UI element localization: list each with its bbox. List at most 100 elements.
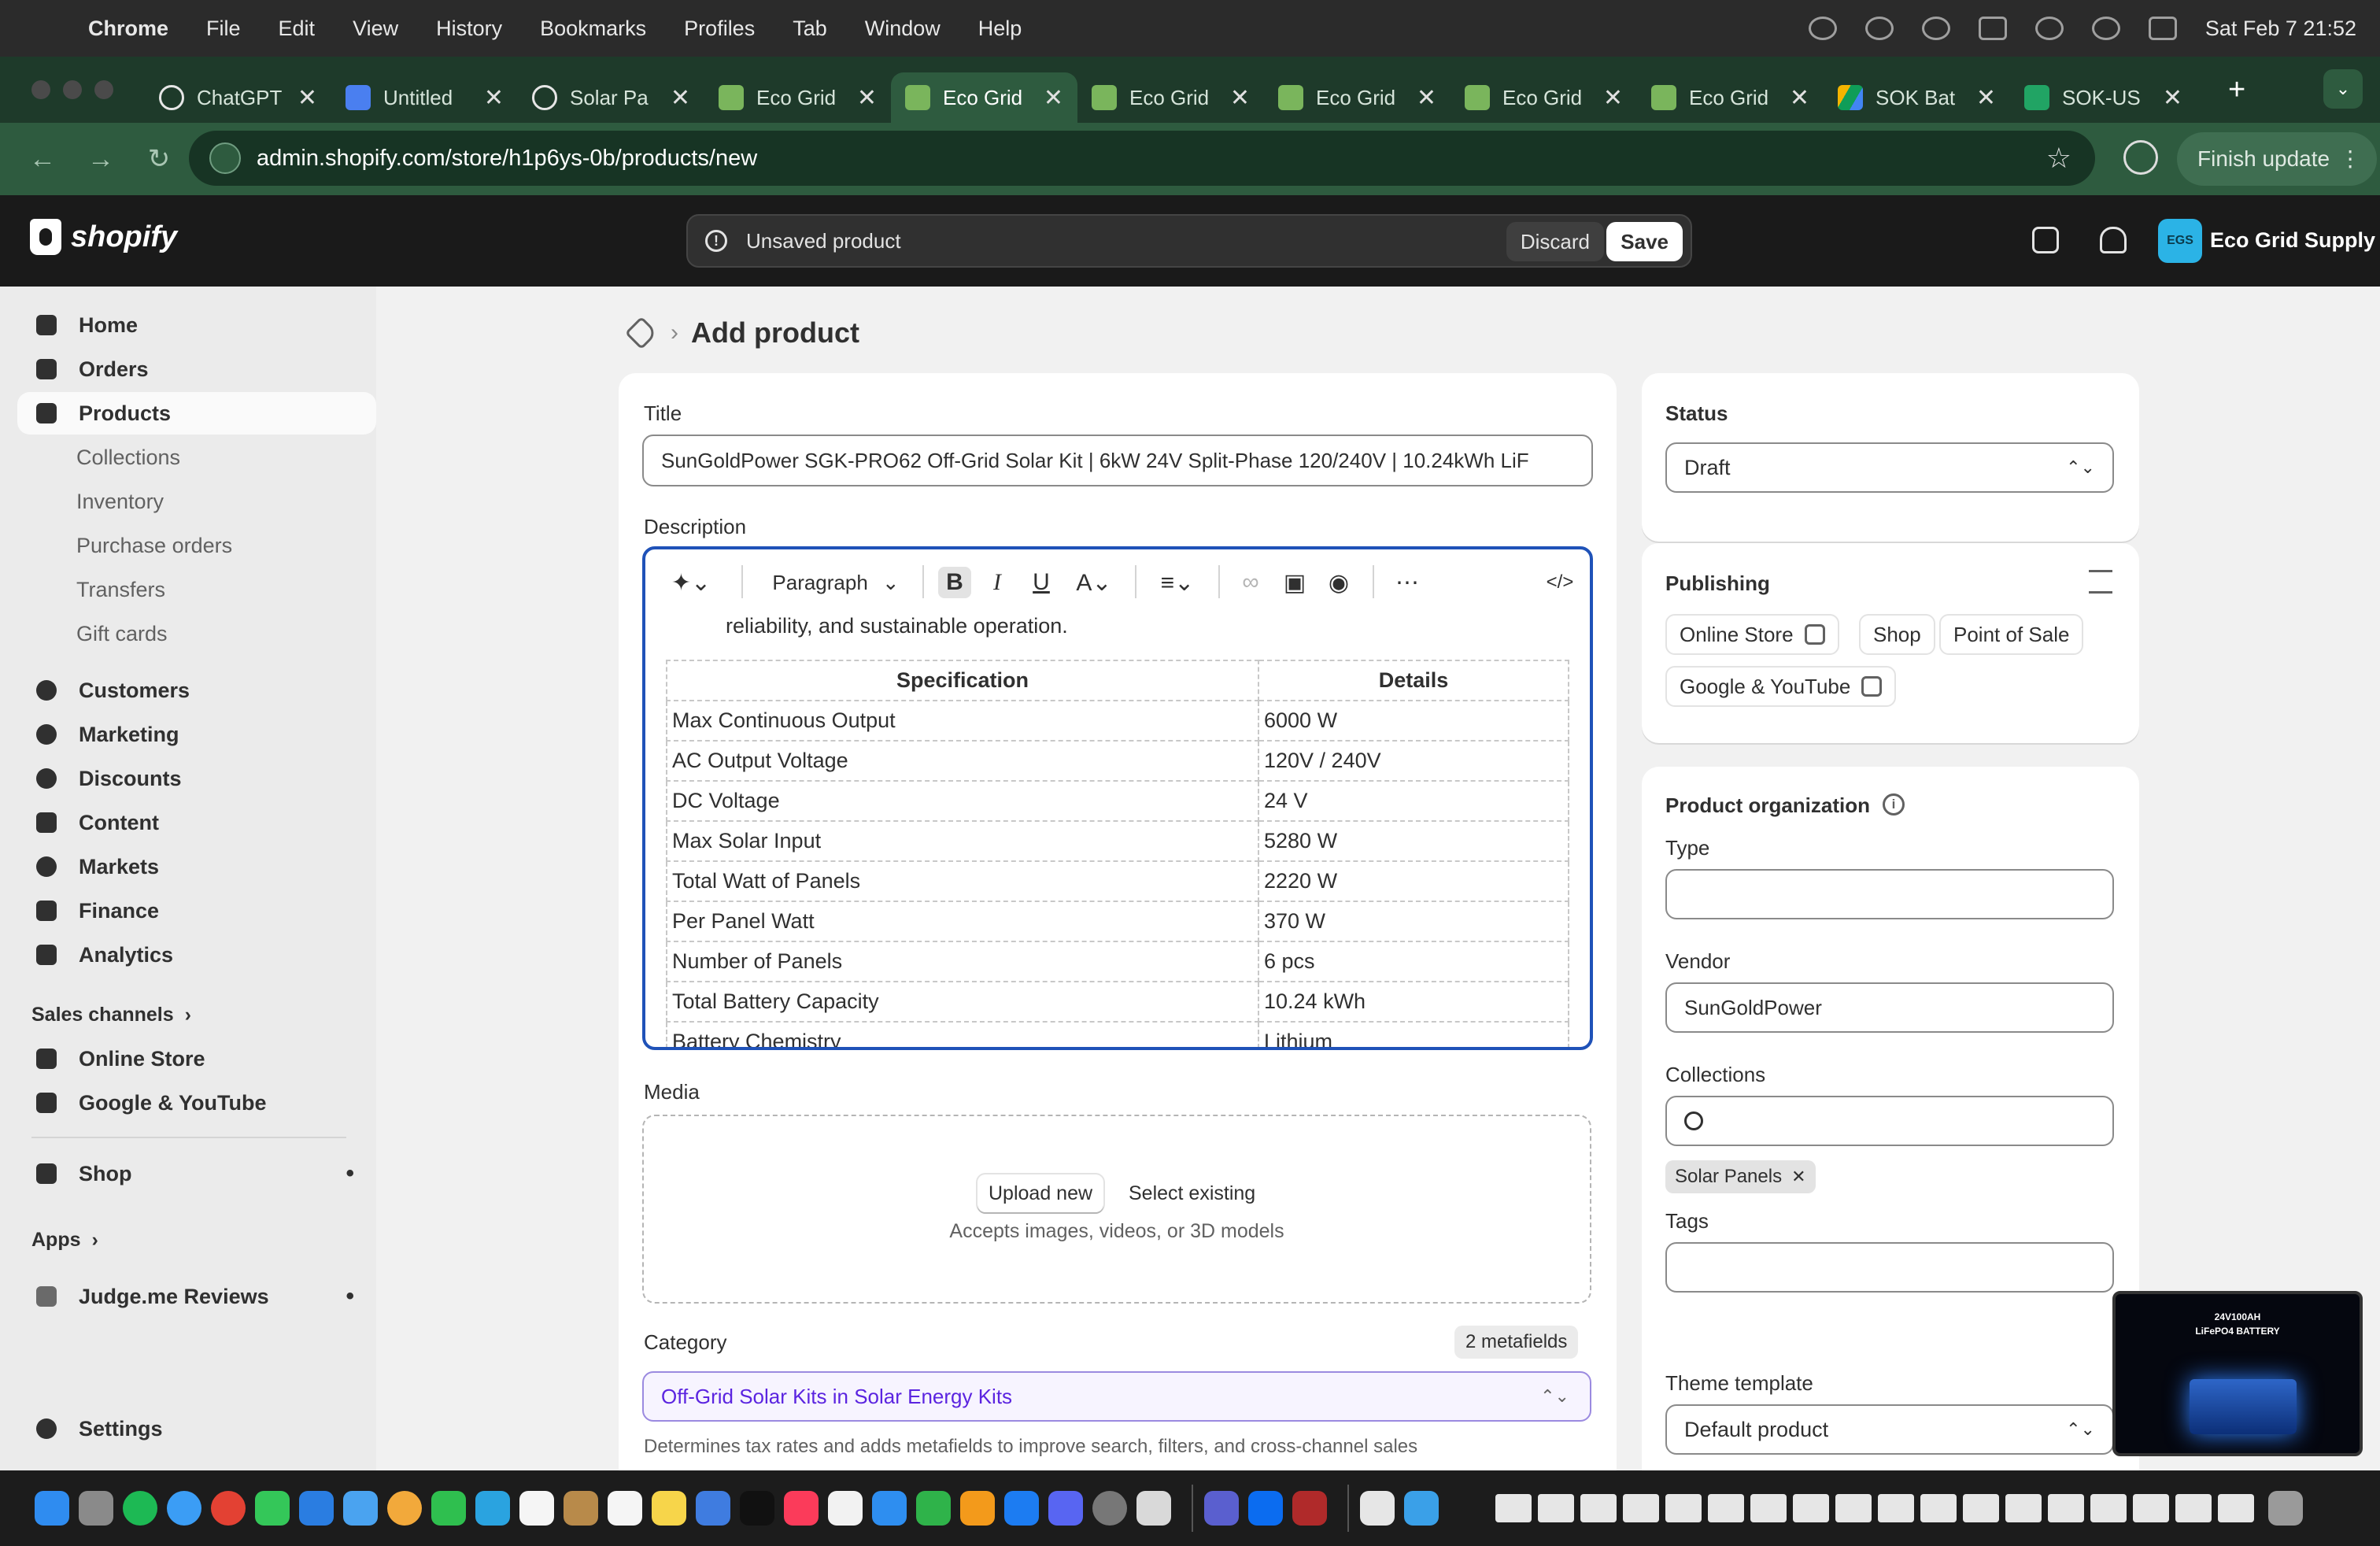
menu-history[interactable]: History — [436, 17, 502, 41]
apple-icon[interactable] — [31, 15, 55, 42]
play-icon[interactable] — [1921, 17, 1950, 40]
tab-search-chevron-icon[interactable]: ⌄ — [2323, 69, 2363, 109]
sidebar-item-gift-cards[interactable]: Gift cards — [17, 612, 376, 655]
finder-icon[interactable] — [35, 1491, 69, 1526]
theme-template-select[interactable]: Default product ⌃⌄ — [1665, 1404, 2114, 1455]
minimized-window[interactable] — [1878, 1494, 1914, 1522]
tag-icon[interactable] — [624, 316, 659, 350]
close-tab-icon[interactable]: ✕ — [857, 84, 877, 112]
category-select[interactable]: Off-Grid Solar Kits in Solar Energy Kits… — [642, 1371, 1591, 1422]
sidebar-item-home[interactable]: Home — [17, 304, 376, 346]
publishing-online-store[interactable]: Online Store — [1665, 614, 1839, 655]
minimized-window[interactable] — [2090, 1494, 2127, 1522]
vendor-input[interactable]: SunGoldPower — [1665, 982, 2114, 1033]
store-avatar[interactable]: EGS — [2158, 219, 2202, 263]
menu-tab[interactable]: Tab — [793, 17, 827, 41]
zoom-icon[interactable] — [1248, 1491, 1283, 1526]
downloads-folder-icon[interactable] — [1404, 1491, 1439, 1526]
publishing-google-youtube[interactable]: Google & YouTube — [1665, 666, 1897, 707]
site-info-icon[interactable] — [209, 142, 241, 174]
apps-heading[interactable]: Apps › — [17, 1219, 376, 1261]
sidebar-item-collections[interactable]: Collections — [17, 436, 376, 479]
upload-new-button[interactable]: Upload new — [978, 1174, 1104, 1212]
browser-tab[interactable]: Eco Grid ✕ — [1451, 72, 1637, 123]
numbers-icon[interactable] — [916, 1491, 951, 1526]
preview-icon[interactable] — [1360, 1491, 1395, 1526]
minimize-window-button[interactable] — [63, 80, 82, 99]
pages-icon[interactable] — [960, 1491, 995, 1526]
minimized-window[interactable] — [2218, 1494, 2254, 1522]
dictionary-icon[interactable] — [1292, 1491, 1327, 1526]
music-icon[interactable] — [784, 1491, 819, 1526]
minimized-window[interactable] — [1665, 1494, 1702, 1522]
browser-tab-active[interactable]: Eco Grid ✕ — [891, 72, 1077, 123]
browser-tab[interactable]: Untitled ✕ — [331, 72, 518, 123]
close-tab-icon[interactable]: ✕ — [1044, 84, 1063, 112]
align-icon[interactable]: ≡⌄ — [1152, 567, 1203, 598]
sidebar-item-finance[interactable]: Finance — [17, 890, 376, 932]
sales-channels-heading[interactable]: Sales channels › — [17, 993, 376, 1036]
sidebar-item-markets[interactable]: Markets — [17, 845, 376, 888]
browser-tab[interactable]: SOK-US ✕ — [2010, 72, 2197, 123]
link-icon[interactable]: ∞ — [1234, 567, 1267, 598]
sidebar-item-purchase-orders[interactable]: Purchase orders — [17, 524, 376, 567]
select-existing-button[interactable]: Select existing — [1129, 1174, 1255, 1212]
sidebar-item-transfers[interactable]: Transfers — [17, 568, 376, 611]
menu-bookmarks[interactable]: Bookmarks — [540, 17, 646, 41]
status-menu-icon[interactable] — [1808, 17, 1837, 40]
wifi-icon[interactable] — [2034, 17, 2064, 40]
minimized-window[interactable] — [1623, 1494, 1659, 1522]
notification-count-icon[interactable] — [1864, 17, 1894, 40]
sidebar-item-settings[interactable]: Settings — [17, 1407, 376, 1450]
telegram-icon[interactable] — [475, 1491, 510, 1526]
reminders-icon[interactable] — [608, 1491, 642, 1526]
browser-tab[interactable]: Eco Grid ✕ — [1637, 72, 1824, 123]
trash-icon[interactable] — [2268, 1491, 2303, 1526]
chrome-icon[interactable] — [211, 1491, 246, 1526]
minimized-window[interactable] — [2005, 1494, 2042, 1522]
publishing-shop[interactable]: Shop — [1859, 614, 1935, 655]
reload-icon[interactable]: ↻ — [143, 143, 175, 175]
menu-view[interactable]: View — [353, 17, 398, 41]
remove-icon[interactable]: ✕ — [1791, 1167, 1805, 1186]
publishing-point-of-sale[interactable]: Point of Sale — [1939, 614, 2084, 655]
news-icon[interactable] — [828, 1491, 863, 1526]
shopify-logo[interactable]: shopify — [30, 219, 177, 255]
sidebar-item-orders[interactable]: Orders — [17, 348, 376, 390]
ai-magic-icon[interactable]: ✦⌄ — [666, 567, 716, 598]
calendar-icon[interactable] — [519, 1491, 554, 1526]
menu-clock[interactable]: Sat Feb 7 21:52 — [2205, 17, 2356, 41]
collections-search-input[interactable] — [1665, 1096, 2114, 1146]
type-input[interactable] — [1665, 869, 2114, 919]
photos-icon[interactable] — [387, 1491, 422, 1526]
bookmark-star-icon[interactable]: ☆ — [2046, 142, 2071, 175]
launchpad-icon[interactable] — [79, 1491, 113, 1526]
apple-tv-icon[interactable] — [740, 1491, 774, 1526]
messages-icon[interactable] — [255, 1491, 290, 1526]
sidebar-item-discounts[interactable]: Discounts — [17, 757, 376, 800]
minimized-window[interactable] — [1750, 1494, 1787, 1522]
minimized-window[interactable] — [1793, 1494, 1829, 1522]
more-horizontal-icon[interactable]: ⋯ — [1388, 567, 1426, 598]
minimized-window[interactable] — [1708, 1494, 1744, 1522]
sidebar-item-shop[interactable]: Shop • — [17, 1152, 376, 1195]
paragraph-style-select[interactable]: Paragraph ⌄ — [765, 567, 907, 598]
media-dropzone[interactable]: Upload new Select existing Accepts image… — [642, 1115, 1591, 1304]
close-tab-icon[interactable]: ✕ — [671, 84, 690, 112]
image-icon[interactable]: ▣ — [1278, 567, 1311, 598]
store-name[interactable]: Eco Grid Supply — [2210, 228, 2375, 253]
code-view-icon[interactable]: </> — [1541, 567, 1579, 598]
menu-window[interactable]: Window — [865, 17, 941, 41]
sidebar-item-marketing[interactable]: Marketing — [17, 713, 376, 756]
notes-icon[interactable] — [652, 1491, 686, 1526]
new-tab-icon[interactable]: + — [2228, 73, 2245, 107]
teams-icon[interactable] — [1204, 1491, 1239, 1526]
close-tab-icon[interactable]: ✕ — [298, 84, 317, 112]
profile-icon[interactable] — [2123, 140, 2158, 175]
close-tab-icon[interactable]: ✕ — [1603, 84, 1623, 112]
close-tab-icon[interactable]: ✕ — [1976, 84, 1996, 112]
finish-update-button[interactable]: Finish update ⋮ — [2177, 132, 2378, 186]
bold-icon[interactable]: B — [938, 567, 971, 598]
metafields-badge[interactable]: 2 metafields — [1454, 1326, 1579, 1359]
system-settings-icon[interactable] — [1092, 1491, 1127, 1526]
